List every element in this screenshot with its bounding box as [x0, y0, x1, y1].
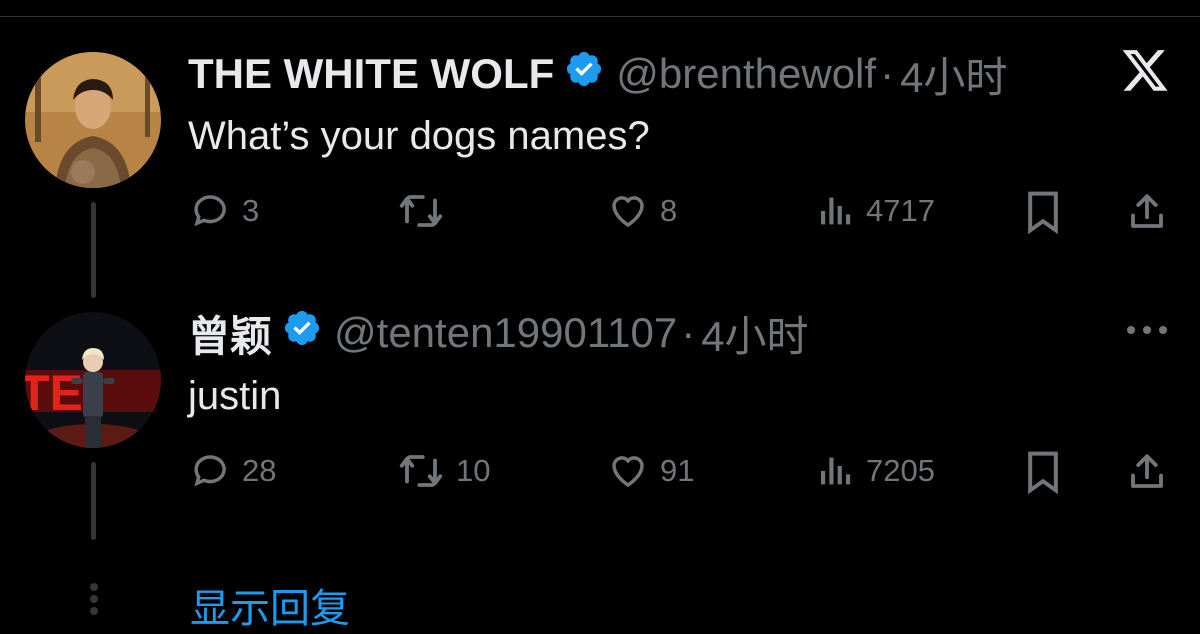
display-name[interactable]: 曾颖	[188, 303, 272, 364]
top-divider	[0, 16, 1200, 17]
timestamp[interactable]: 4小时	[900, 44, 1007, 105]
reply-count: 28	[242, 453, 277, 488]
reply-button[interactable]: 28	[190, 450, 276, 492]
views-button[interactable]: 7205	[816, 450, 935, 492]
avatar[interactable]	[25, 52, 161, 188]
retweet-button[interactable]: 10	[396, 450, 490, 492]
reply-icon	[194, 455, 226, 487]
like-button[interactable]: 91	[606, 450, 694, 492]
retweet-icon	[399, 455, 443, 487]
views-icon	[821, 197, 851, 225]
verified-badge-icon	[564, 49, 604, 99]
reply-icon	[194, 195, 226, 227]
bookmark-button[interactable]	[1024, 190, 1062, 234]
views-icon	[821, 457, 851, 485]
bookmark-icon	[1028, 191, 1058, 234]
share-button[interactable]	[1126, 450, 1168, 494]
show-replies-link[interactable]: 显示回复	[190, 576, 350, 634]
share-button[interactable]	[1126, 190, 1168, 234]
display-name[interactable]: THE WHITE WOLF	[188, 50, 554, 98]
tweet-header: 曾颖 @tenten19901107 · 4小时	[188, 307, 809, 360]
timestamp[interactable]: 4小时	[701, 303, 808, 364]
tweet-header: THE WHITE WOLF @brenthewolf · 4小时	[188, 48, 1007, 101]
reply-count: 3	[242, 193, 260, 228]
retweet-count: 10	[456, 453, 491, 488]
views-button[interactable]: 4717	[816, 190, 935, 232]
tweet-actions: 3 8 4717	[0, 190, 1200, 236]
avatar[interactable]: TE	[25, 312, 161, 448]
tweet-actions: 28 10 91 7205	[0, 450, 1200, 496]
like-count: 8	[660, 193, 678, 228]
share-icon	[1131, 194, 1163, 228]
tweet-text: What’s your dogs names?	[188, 114, 650, 158]
separator: ·	[681, 309, 696, 356]
tweet-text: justin	[188, 374, 282, 418]
like-icon	[612, 456, 644, 488]
bookmark-icon	[1028, 451, 1058, 494]
retweet-button[interactable]	[396, 190, 446, 232]
handle[interactable]: @tenten19901107	[334, 309, 677, 357]
reply-button[interactable]: 3	[190, 190, 259, 232]
verified-badge-icon	[282, 308, 322, 358]
x-logo-icon[interactable]	[1120, 50, 1170, 101]
like-icon	[612, 196, 644, 228]
thread-dots	[88, 583, 100, 622]
like-count: 91	[660, 453, 695, 488]
retweet-icon	[399, 195, 443, 227]
svg-text:TE: TE	[25, 365, 83, 421]
bookmark-button[interactable]	[1024, 450, 1062, 494]
share-icon	[1131, 454, 1163, 488]
separator: ·	[880, 50, 895, 97]
handle[interactable]: @brenthewolf	[616, 50, 876, 98]
views-count: 4717	[866, 193, 935, 228]
like-button[interactable]: 8	[606, 190, 677, 232]
views-count: 7205	[866, 453, 935, 488]
more-icon[interactable]	[1125, 320, 1169, 345]
